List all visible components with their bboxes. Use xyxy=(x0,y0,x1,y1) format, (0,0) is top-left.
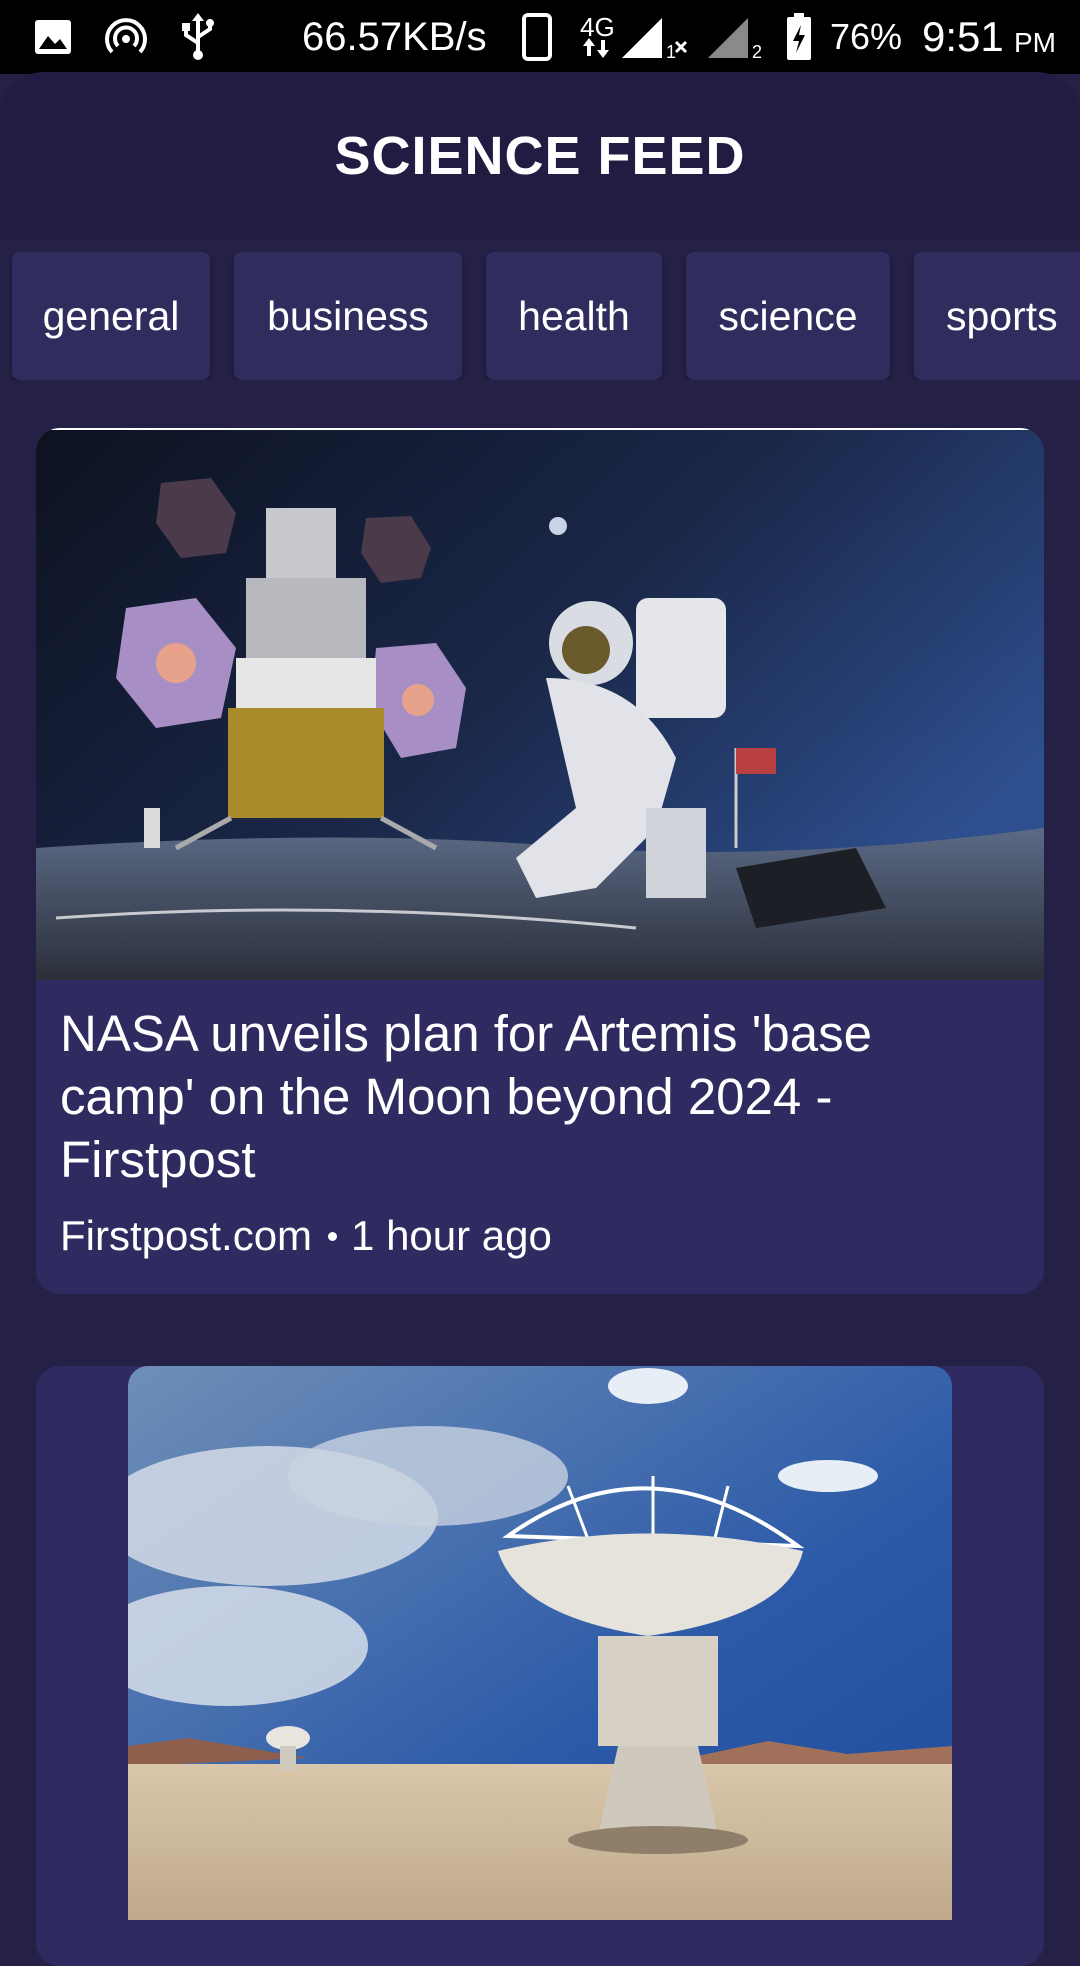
sim1-label: 1 xyxy=(666,42,676,62)
battery-charging-icon xyxy=(786,0,812,74)
signal-icon: 1 xyxy=(620,0,690,74)
tab-science[interactable]: science xyxy=(686,252,890,380)
article-meta: Firstpost.com 1 hour ago xyxy=(60,1212,1020,1260)
usb-icon xyxy=(180,0,216,74)
astronaut-moon-lander-image xyxy=(36,428,1044,980)
hotspot-icon xyxy=(104,0,148,74)
article-card[interactable]: NASA unveils plan for Artemis 'base camp… xyxy=(36,428,1044,1294)
clock: 9:51 xyxy=(922,13,1004,60)
article-card[interactable] xyxy=(36,1366,1044,1966)
data-arrows-icon: 4G xyxy=(580,0,615,74)
tab-sports[interactable]: sports xyxy=(914,252,1080,380)
separator-dot xyxy=(328,1231,338,1241)
phone-icon xyxy=(522,0,552,74)
page-title: SCIENCE FEED xyxy=(334,126,746,186)
network-speed: 66.57KB/s xyxy=(302,14,487,59)
network-type: 4G xyxy=(580,12,615,42)
radio-telescope-dish-image xyxy=(128,1366,952,1920)
sim2-label: 2 xyxy=(752,42,762,62)
clock-ampm: PM xyxy=(1014,27,1056,58)
battery-percent: 76% xyxy=(830,16,903,57)
article-title[interactable]: NASA unveils plan for Artemis 'base camp… xyxy=(60,1002,1020,1191)
tab-health[interactable]: health xyxy=(486,252,662,380)
tab-business[interactable]: business xyxy=(234,252,462,380)
tab-general[interactable]: general xyxy=(12,252,210,380)
signal-icon: 2 xyxy=(706,0,766,74)
article-time: 1 hour ago xyxy=(351,1212,552,1259)
image-icon xyxy=(34,0,72,74)
status-bar: 66.57KB/s 4G 1 2 76% 9:51 PM xyxy=(0,0,1080,74)
app-bar: SCIENCE FEED xyxy=(0,72,1080,240)
category-tabs: general business health science sports xyxy=(0,252,1080,380)
article-source: Firstpost.com xyxy=(60,1212,313,1259)
